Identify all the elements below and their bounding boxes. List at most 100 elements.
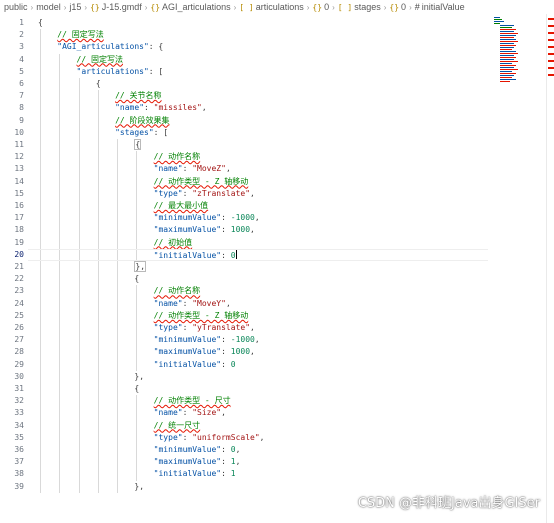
- code-line[interactable]: },: [134, 481, 144, 493]
- minimap-line: [500, 73, 516, 74]
- code-line[interactable]: // 动作名称: [154, 151, 200, 163]
- code-line[interactable]: "type": "yTranslate",: [154, 322, 255, 334]
- breadcrumb-item[interactable]: {} 0: [312, 2, 329, 12]
- code-line[interactable]: // 动作类型 - Z 轴移动: [154, 310, 249, 322]
- code-line[interactable]: "minimumValue": 0,: [154, 444, 241, 456]
- code-line[interactable]: "name": "MoveY",: [154, 298, 231, 310]
- json-key: "initialValue": [153, 359, 222, 369]
- line-number: 34: [14, 420, 24, 430]
- code-line[interactable]: // 固定写法: [57, 29, 103, 41]
- code-line[interactable]: // 动作类型 - 尺寸: [154, 395, 231, 407]
- code-line[interactable]: // 初始值: [154, 237, 192, 249]
- breadcrumb-item[interactable]: model: [36, 2, 61, 12]
- minimap-line: [500, 45, 516, 46]
- line-number: 31: [14, 384, 24, 393]
- code-line[interactable]: "maximumValue": 1,: [154, 456, 241, 468]
- punctuation: ,: [250, 225, 255, 235]
- minimap-line: [500, 67, 514, 68]
- line-number: 9: [19, 115, 24, 125]
- code-line[interactable]: // 最大最小值: [154, 200, 208, 212]
- current-line-highlight: [28, 248, 488, 261]
- minimap-line: [494, 17, 500, 18]
- breadcrumb-item[interactable]: {} 0: [389, 2, 406, 12]
- punctuation: {: [134, 274, 140, 284]
- code-line[interactable]: "name": "Size",: [154, 407, 226, 419]
- punctuation: :: [221, 469, 231, 479]
- line-number: 19: [14, 237, 24, 247]
- code-line[interactable]: "articulations": [: [77, 66, 164, 78]
- indent-guide: [40, 29, 41, 493]
- code-line[interactable]: {: [38, 17, 43, 29]
- breadcrumb-label: J-15.gmdf: [101, 2, 142, 12]
- code-line[interactable]: {: [134, 383, 139, 395]
- overview-ruler[interactable]: [546, 14, 554, 523]
- code-line[interactable]: // 固定写法: [77, 54, 123, 66]
- code-line[interactable]: // 统一尺寸: [154, 420, 200, 432]
- code-line[interactable]: "minimumValue": -1000,: [154, 212, 260, 224]
- code-line[interactable]: "minimumValue": -1000,: [154, 334, 260, 346]
- breadcrumb-item[interactable]: {} J-15.gmdf: [90, 2, 142, 12]
- breadcrumb-item[interactable]: public: [4, 2, 28, 12]
- line-number: 22: [14, 274, 24, 284]
- code-editor[interactable]: 1 2 3 4 5 6 7 8 9 10 11 12 13 14 15 16 17 18 19 20 21 22 23 24 2…: [0, 14, 554, 523]
- indent-guide: [59, 53, 61, 493]
- code-line[interactable]: // 关节名称: [115, 90, 161, 102]
- code-line[interactable]: "AGI_articulations": {: [57, 41, 163, 53]
- indent-guide: [97, 90, 99, 493]
- code-line[interactable]: },: [134, 261, 147, 273]
- code-line[interactable]: {: [134, 273, 139, 285]
- comment: // 最大最小值: [153, 201, 209, 210]
- punctuation: ,: [250, 188, 255, 198]
- code-line[interactable]: "type": "uniformScale",: [154, 432, 265, 444]
- line-number: 27: [14, 335, 24, 345]
- code-line[interactable]: // 动作名称: [154, 285, 200, 297]
- code-line[interactable]: },: [134, 371, 144, 383]
- code-line[interactable]: "type": "zTranslate",: [154, 188, 255, 200]
- code-line[interactable]: "name": "missiles",: [115, 102, 207, 114]
- breadcrumb-item[interactable]: [ ] articulations: [239, 2, 303, 12]
- punctuation: ,: [254, 213, 260, 223]
- breadcrumb-item[interactable]: {} AGI_articulations: [150, 2, 230, 12]
- code-line[interactable]: // 阶段效果集: [115, 115, 169, 127]
- punctuation: },: [134, 261, 147, 272]
- line-number: 10: [14, 127, 24, 137]
- code-line[interactable]: "name": "MoveZ",: [154, 163, 231, 175]
- punctuation: ,: [259, 432, 265, 442]
- code-area[interactable]: {// 固定写法 "AGI_articulations": {// 固定写法 "ar…: [38, 14, 508, 523]
- line-number: 29: [14, 359, 24, 369]
- punctuation: {: [38, 18, 43, 27]
- breadcrumb-item[interactable]: # initialValue: [415, 2, 465, 12]
- line-number: 4: [19, 54, 24, 64]
- minimap-line: [500, 37, 514, 38]
- code-line[interactable]: "initialValue": 1: [154, 468, 236, 480]
- minimap-line: [494, 19, 502, 20]
- json-key: "maximumValue": [153, 457, 222, 467]
- code-line[interactable]: // 动作类型 - Z 轴移动: [154, 176, 249, 188]
- code-line[interactable]: "stages": [: [115, 127, 168, 139]
- chevron-right-icon: ›: [84, 2, 88, 12]
- punctuation: :: [221, 335, 231, 345]
- breadcrumb-item[interactable]: j15: [69, 2, 81, 12]
- punctuation: : [: [148, 66, 164, 76]
- line-number: 39: [14, 481, 24, 491]
- code-line[interactable]: "initialValue": 0: [154, 359, 236, 371]
- code-line[interactable]: "maximumValue": 1000,: [154, 346, 255, 358]
- code-line[interactable]: {: [96, 78, 101, 90]
- json-key: "name": [115, 103, 145, 113]
- punctuation: :: [221, 225, 231, 235]
- string-value: "zTranslate": [192, 188, 251, 198]
- string-value: "Size": [192, 408, 222, 418]
- punctuation: ,: [225, 164, 231, 174]
- punctuation: :: [182, 323, 193, 332]
- json-key: "minimumValue": [153, 335, 222, 345]
- minimap-line: [500, 55, 514, 56]
- code-line[interactable]: {: [134, 139, 142, 151]
- ruler-marker: [548, 60, 554, 62]
- number-value: 1: [230, 469, 236, 479]
- minimap-line: [500, 43, 514, 44]
- breadcrumb-item[interactable]: [ ] stages: [338, 2, 381, 12]
- breadcrumb-label: model: [36, 2, 61, 12]
- minimap[interactable]: [490, 14, 530, 94]
- object-symbol-icon: {}: [389, 2, 400, 12]
- code-line[interactable]: "maximumValue": 1000,: [154, 224, 255, 236]
